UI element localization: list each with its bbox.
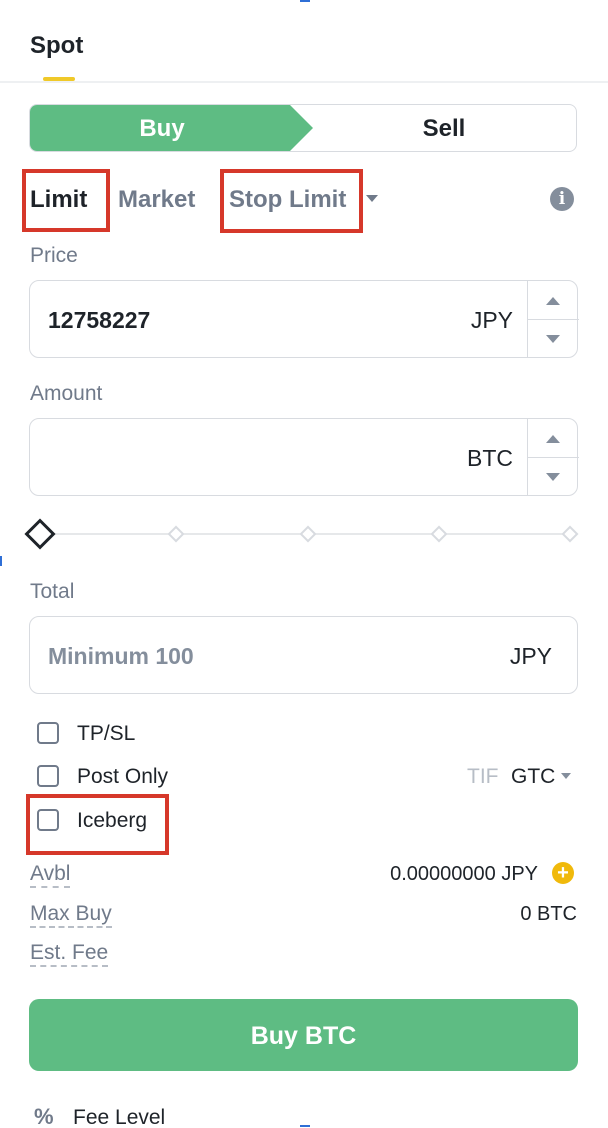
price-increment-icon[interactable] [546,297,560,305]
amount-increment-icon[interactable] [546,435,560,443]
amount-unit: BTC [467,445,513,471]
price-decrement-icon[interactable] [546,335,560,343]
iceberg-label[interactable]: Iceberg [77,809,147,833]
price-stepper [527,281,579,357]
tab-spot[interactable]: Spot [30,32,83,60]
guide-marker-left [0,556,2,566]
total-placeholder[interactable]: Minimum 100 [48,617,194,695]
tpsl-label[interactable]: TP/SL [77,722,135,746]
fee-level-link[interactable]: Fee Level [73,1106,165,1128]
slider-node-100[interactable] [561,525,579,543]
amount-label: Amount [30,382,103,405]
slider-node-75[interactable] [430,525,448,543]
guide-marker-top [300,0,310,2]
buy-sell-toggle: Buy Sell [29,104,577,152]
price-input[interactable]: 12758227 JPY [29,280,579,359]
tpsl-checkbox[interactable] [37,722,59,744]
highlight-stop-limit [220,169,363,233]
price-unit: JPY [470,307,513,333]
deposit-plus-icon[interactable]: + [552,862,574,884]
tif-dropdown-icon[interactable] [561,773,571,779]
guide-marker-bottom [300,1125,310,1127]
amount-input[interactable]: BTC [29,418,579,496]
iceberg-checkbox[interactable] [37,809,59,831]
spot-order-panel: Spot Buy Sell Limit Market Stop Limit i … [0,0,608,1128]
tif-select[interactable]: GTC [511,765,555,789]
slider-handle[interactable] [24,518,56,550]
order-type-market[interactable]: Market [118,186,195,214]
tif-label: TIF [467,765,499,788]
slider-node-25[interactable] [167,525,185,543]
total-label: Total [30,580,75,603]
amount-decrement-icon[interactable] [546,473,560,481]
total-input[interactable]: Minimum 100 JPY [29,616,578,694]
sell-toggle-button[interactable]: Sell [310,105,576,151]
est-fee-label: Est. Fee [30,941,109,967]
highlight-limit [22,169,110,232]
header-divider [0,81,608,83]
buy-toggle-label[interactable]: Buy [30,105,294,151]
buy-btc-button[interactable]: Buy BTC [29,999,578,1071]
stepper-divider [528,457,579,458]
price-value[interactable]: 12758227 [48,281,150,359]
stepper-divider [528,319,579,320]
price-label: Price [30,244,78,267]
avbl-label: Avbl [30,862,71,888]
total-unit: JPY [509,643,552,669]
slider-node-50[interactable] [299,525,317,543]
fee-level-icon: % [34,1104,54,1128]
max-buy-label: Max Buy [30,902,112,928]
avbl-value: 0.00000000 JPY [390,863,538,885]
stop-limit-dropdown-icon[interactable] [366,195,378,202]
info-icon[interactable]: i [550,187,574,211]
post-only-checkbox[interactable] [37,765,59,787]
amount-stepper [527,419,579,495]
max-buy-value: 0 BTC [520,903,577,925]
post-only-label[interactable]: Post Only [77,765,168,789]
